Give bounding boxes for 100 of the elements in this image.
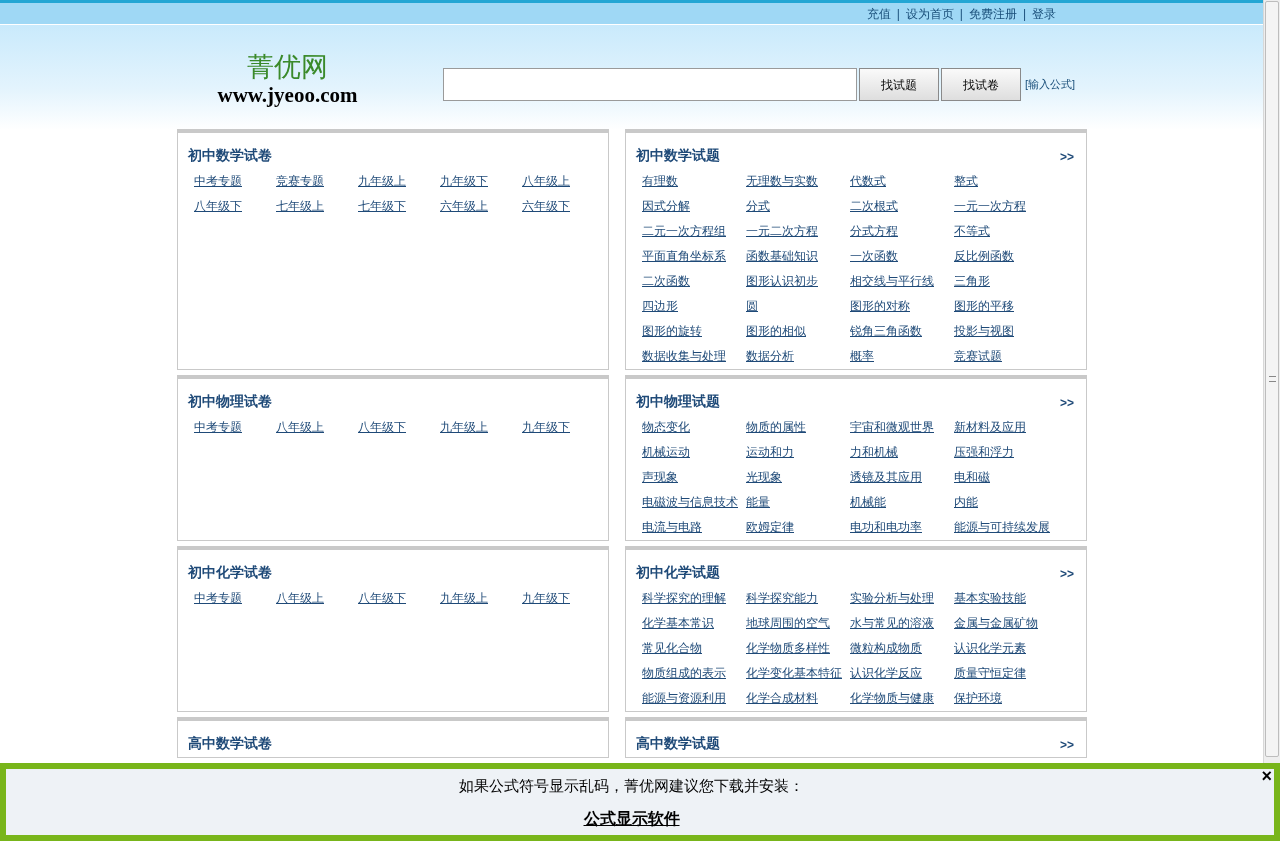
topic-link[interactable]: 分式方程 — [850, 224, 898, 238]
topic-link[interactable]: 九年级下 — [440, 174, 488, 188]
topic-link[interactable]: 物态变化 — [642, 420, 690, 434]
topic-link[interactable]: 代数式 — [850, 174, 886, 188]
topic-link[interactable]: 保护环境 — [954, 691, 1002, 705]
topic-link[interactable]: 透镜及其应用 — [850, 470, 922, 484]
topic-link[interactable]: 一元一次方程 — [954, 199, 1026, 213]
topic-link[interactable]: 二次函数 — [642, 274, 690, 288]
topic-link[interactable]: 二元一次方程组 — [642, 224, 726, 238]
topic-link[interactable]: 质量守恒定律 — [954, 666, 1026, 680]
topic-link[interactable]: 水与常见的溶液 — [850, 616, 934, 630]
more-link[interactable]: >> — [1060, 736, 1074, 754]
topic-link[interactable]: 分式 — [746, 199, 770, 213]
topic-link[interactable]: 机械运动 — [642, 445, 690, 459]
topic-link[interactable]: 电和磁 — [954, 470, 990, 484]
topic-link[interactable]: 能源与可持续发展 — [954, 520, 1050, 534]
topic-link[interactable]: 运动和力 — [746, 445, 794, 459]
topic-link[interactable]: 图形的旋转 — [642, 324, 702, 338]
search-button[interactable]: 找试题 — [859, 68, 939, 101]
topic-link[interactable]: 压强和浮力 — [954, 445, 1014, 459]
topic-link[interactable]: 一次函数 — [850, 249, 898, 263]
topic-link[interactable]: 常见化合物 — [642, 641, 702, 655]
topic-link[interactable]: 物质的属性 — [746, 420, 806, 434]
formula-link[interactable]: [输入公式] — [1025, 76, 1076, 93]
topic-link[interactable]: 八年级上 — [522, 174, 570, 188]
topic-link[interactable]: 中考专题 — [194, 420, 242, 434]
topic-link[interactable]: 科学探究能力 — [746, 591, 818, 605]
topic-link[interactable]: 整式 — [954, 174, 978, 188]
topic-link[interactable]: 机械能 — [850, 495, 886, 509]
top-link[interactable]: 登录 — [1032, 4, 1056, 23]
topic-link[interactable]: 中考专题 — [194, 591, 242, 605]
topic-link[interactable]: 化学合成材料 — [746, 691, 818, 705]
topic-link[interactable]: 九年级上 — [358, 174, 406, 188]
topic-link[interactable]: 九年级上 — [440, 591, 488, 605]
topic-link[interactable]: 基本实验技能 — [954, 591, 1026, 605]
topic-link[interactable]: 图形的相似 — [746, 324, 806, 338]
topic-link[interactable]: 图形认识初步 — [746, 274, 818, 288]
topic-link[interactable]: 图形的平移 — [954, 299, 1014, 313]
topic-link[interactable]: 科学探究的理解 — [642, 591, 726, 605]
search-button[interactable]: 找试卷 — [941, 68, 1021, 101]
software-link[interactable]: 公式显示软件 — [583, 806, 680, 831]
topic-link[interactable]: 实验分析与处理 — [850, 591, 934, 605]
topic-link[interactable]: 数据分析 — [746, 349, 794, 363]
topic-link[interactable]: 数据收集与处理 — [642, 349, 726, 363]
topic-link[interactable]: 内能 — [954, 495, 978, 509]
topic-link[interactable]: 能量 — [746, 495, 770, 509]
topic-link[interactable]: 电功和电功率 — [850, 520, 922, 534]
topic-link[interactable]: 微粒构成物质 — [850, 641, 922, 655]
topic-link[interactable]: 竞赛试题 — [954, 349, 1002, 363]
topic-link[interactable]: 六年级下 — [522, 199, 570, 213]
topic-link[interactable]: 六年级上 — [440, 199, 488, 213]
scrollbar-thumb[interactable] — [1265, 1, 1279, 757]
top-link[interactable]: 免费注册 — [968, 4, 1017, 23]
topic-link[interactable]: 不等式 — [954, 224, 990, 238]
top-link[interactable]: 设为首页 — [905, 4, 954, 23]
topic-link[interactable]: 概率 — [850, 349, 874, 363]
top-link[interactable]: 充值 — [866, 4, 891, 23]
topic-link[interactable]: 圆 — [746, 299, 758, 313]
topic-link[interactable]: 金属与金属矿物 — [954, 616, 1038, 630]
topic-link[interactable]: 平面直角坐标系 — [642, 249, 726, 263]
topic-link[interactable]: 九年级下 — [522, 591, 570, 605]
topic-link[interactable]: 能源与资源利用 — [642, 691, 726, 705]
topic-link[interactable]: 图形的对称 — [850, 299, 910, 313]
topic-link[interactable]: 一元二次方程 — [746, 224, 818, 238]
close-button[interactable]: × — [1261, 767, 1272, 785]
search-field[interactable] — [443, 68, 857, 101]
topic-link[interactable]: 九年级下 — [522, 420, 570, 434]
topic-link[interactable]: 新材料及应用 — [954, 420, 1026, 434]
topic-link[interactable]: 竞赛专题 — [276, 174, 324, 188]
topic-link[interactable]: 二次根式 — [850, 199, 898, 213]
topic-link[interactable]: 认识化学元素 — [954, 641, 1026, 655]
topic-link[interactable]: 电流与电路 — [642, 520, 702, 534]
topic-link[interactable]: 光现象 — [746, 470, 782, 484]
topic-link[interactable]: 有理数 — [642, 174, 678, 188]
topic-link[interactable]: 无理数与实数 — [746, 174, 818, 188]
topic-link[interactable]: 相交线与平行线 — [850, 274, 934, 288]
topic-link[interactable]: 化学基本常识 — [642, 616, 714, 630]
topic-link[interactable]: 电磁波与信息技术 — [642, 495, 738, 509]
scrollbar[interactable] — [1263, 0, 1280, 763]
topic-link[interactable]: 九年级上 — [440, 420, 488, 434]
topic-link[interactable]: 力和机械 — [850, 445, 898, 459]
topic-link[interactable]: 八年级下 — [358, 591, 406, 605]
topic-link[interactable]: 投影与视图 — [954, 324, 1014, 338]
more-link[interactable]: >> — [1060, 394, 1074, 412]
topic-link[interactable]: 八年级上 — [276, 420, 324, 434]
topic-link[interactable]: 函数基础知识 — [746, 249, 818, 263]
topic-link[interactable]: 七年级上 — [276, 199, 324, 213]
topic-link[interactable]: 化学物质与健康 — [850, 691, 934, 705]
topic-link[interactable]: 八年级上 — [276, 591, 324, 605]
more-link[interactable]: >> — [1060, 148, 1074, 166]
more-link[interactable]: >> — [1060, 565, 1074, 583]
topic-link[interactable]: 八年级下 — [358, 420, 406, 434]
topic-link[interactable]: 化学变化基本特征 — [746, 666, 842, 680]
topic-link[interactable]: 锐角三角函数 — [850, 324, 922, 338]
topic-link[interactable]: 八年级下 — [194, 199, 242, 213]
topic-link[interactable]: 七年级下 — [358, 199, 406, 213]
topic-link[interactable]: 宇宙和微观世界 — [850, 420, 934, 434]
topic-link[interactable]: 中考专题 — [194, 174, 242, 188]
topic-link[interactable]: 因式分解 — [642, 199, 690, 213]
topic-link[interactable]: 四边形 — [642, 299, 678, 313]
